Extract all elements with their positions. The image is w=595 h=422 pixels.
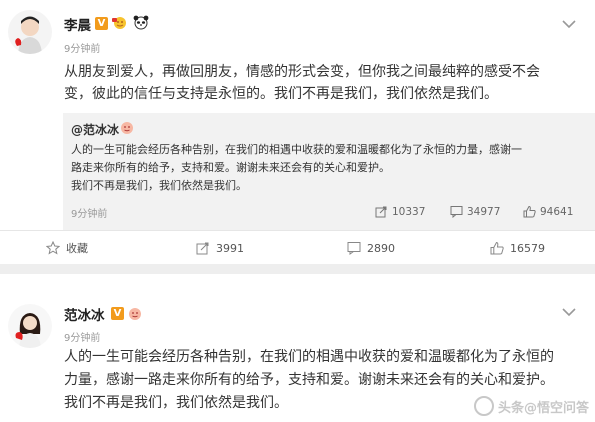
post-text-line: 变，彼此的信任与支持是永恒的。我们不再是我们，我们依然是我们。	[64, 86, 498, 102]
repost-icon	[196, 242, 209, 255]
author-name[interactable]: 李晨	[64, 14, 91, 34]
repost-count: 3991	[216, 241, 244, 255]
like-icon	[490, 241, 504, 255]
post-text-line: 力量，感谢一路走来你所有的给予，支持和爱。谢谢未来还会有的关心和爱护。	[64, 372, 554, 388]
post-action-bar: 收藏 3991 2890 16579	[0, 230, 595, 264]
repost-button[interactable]: 3991	[196, 231, 244, 265]
favorite-label: 收藏	[66, 242, 88, 255]
chevron-down-icon[interactable]	[562, 302, 576, 317]
comment-count: 2890	[367, 241, 395, 255]
repost-text-line: 我们不再是我们，我们依然是我们。	[71, 179, 247, 192]
post-text-line: 人的一生可能会经历各种告别，在我们的相遇中收获的爱和温暖都化为了永恒的	[64, 349, 554, 365]
like-icon	[523, 205, 536, 218]
repost-text-line: 人的一生可能会经历各种告别，在我们的相遇中收获的爱和温暖都化为了永恒的力量，感谢…	[71, 143, 522, 156]
repost-text: 人的一生可能会经历各种告别，在我们的相遇中收获的爱和温暖都化为了永恒的力量，感谢…	[71, 141, 587, 195]
feed-divider	[0, 264, 595, 274]
repost-author[interactable]: @范冰冰	[71, 121, 119, 138]
comment-button[interactable]: 2890	[347, 231, 395, 265]
repost-text-line: 路走来你所有的给予，支持和爱。谢谢未来还会有的关心和爱护。	[71, 161, 390, 174]
repost-time: 9分钟前	[71, 209, 108, 220]
toutiao-logo-icon	[473, 396, 494, 416]
emoji-badge-icon	[128, 306, 142, 320]
weibo-post-li-chen: 李晨 V 9分钟前 从朋友到爱人，再做回朋友，情感的形式会变，但你我之间最纯粹的…	[0, 0, 595, 264]
comment-count: 34977	[467, 205, 501, 218]
comment-icon	[347, 242, 361, 255]
star-icon	[46, 241, 60, 255]
avatar-li-chen[interactable]	[8, 10, 52, 54]
avatar-fan-bingbing[interactable]	[8, 304, 52, 348]
emoji-badge-icon	[111, 15, 129, 30]
watermark: 头条@悟空问答	[473, 396, 589, 416]
favorite-button[interactable]: 收藏	[46, 231, 88, 265]
like-button[interactable]: 16579	[490, 231, 545, 265]
author-name[interactable]: 范冰冰	[64, 304, 105, 324]
reposted-weibo[interactable]: @范冰冰 人的一生可能会经历各种告别，在我们的相遇中收获的爱和温暖都化为了永恒的…	[63, 113, 595, 230]
repost-stat-comments[interactable]: 34977	[450, 205, 500, 218]
post-text: 从朋友到爱人，再做回朋友，情感的形式会变，但你我之间最纯粹的感受不会 变，彼此的…	[64, 61, 584, 105]
verified-badge-icon: V	[95, 17, 108, 30]
post-time: 9分钟前	[64, 333, 101, 344]
comment-icon	[450, 206, 463, 218]
verified-badge-icon: V	[111, 307, 124, 320]
repost-stat-reposts[interactable]: 10337	[375, 205, 425, 218]
like-count: 16579	[510, 241, 545, 255]
like-count: 94641	[540, 205, 574, 218]
chevron-down-icon[interactable]	[562, 14, 576, 29]
repost-count: 10337	[392, 205, 426, 218]
post-time: 9分钟前	[64, 44, 101, 55]
repost-icon	[375, 206, 387, 218]
emoji-badge-icon	[120, 120, 134, 134]
panda-icon	[132, 14, 150, 30]
repost-stat-likes[interactable]: 94641	[523, 205, 573, 218]
watermark-text: 头条@悟空问答	[497, 400, 589, 416]
post-text-line: 从朋友到爱人，再做回朋友，情感的形式会变，但你我之间最纯粹的感受不会	[64, 64, 540, 80]
